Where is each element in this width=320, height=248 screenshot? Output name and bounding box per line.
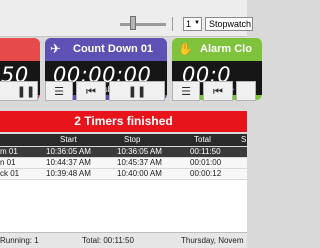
chevron-down-icon: ▼ — [194, 20, 200, 26]
timer-2-pause-button[interactable]: ❚❚ — [109, 81, 165, 101]
timer-2-menu-button[interactable]: ☰ — [45, 81, 73, 101]
thumbs-up-icon: ✋ — [178, 42, 193, 56]
timer-card-2-header: ✈ Count Down 01 — [45, 38, 167, 61]
zoom-slider-thumb[interactable] — [130, 16, 136, 30]
zoom-slider-track[interactable] — [120, 23, 166, 26]
row-total: 00:00:12 — [190, 169, 222, 178]
timer-3-menu-button[interactable]: ☰ — [172, 81, 200, 101]
table-header: Start Stop Total S — [0, 134, 247, 146]
timer-2-reset-button[interactable]: ⏮ — [76, 81, 106, 101]
table-empty-area — [0, 180, 247, 232]
menu-icon: ☰ — [54, 86, 64, 98]
mode-select[interactable]: Stopwatch — [205, 17, 253, 31]
plane-icon: ✈ — [50, 41, 61, 56]
timer-1-pause-button[interactable]: ❚❚ — [0, 81, 38, 101]
timer-card-1-header — [0, 38, 40, 61]
column-header-stop[interactable]: Stop — [124, 135, 140, 144]
row-start: 10:44:37 AM — [46, 158, 91, 167]
row-stop: 10:40:00 AM — [117, 169, 162, 178]
menu-icon: ☰ — [181, 86, 191, 98]
row-stop: 10:36:05 AM — [117, 147, 162, 156]
timer-3-reset-button[interactable]: ⏮ — [203, 81, 233, 101]
skip-back-icon: ⏮ — [213, 86, 223, 98]
timer-3-pause-button[interactable] — [236, 81, 256, 101]
timer-card-3-header: ✋ Alarm Clo — [172, 38, 262, 61]
status-total: Total: 00:11:50 — [82, 236, 134, 245]
timer-card-3-title: Alarm Clo — [200, 43, 252, 55]
status-bar: Running: 1 Total: 00:11:50 Thursday, Nov… — [0, 232, 247, 248]
row-start: 10:39:48 AM — [46, 169, 91, 178]
row-name: n 01 — [0, 158, 16, 167]
toolbar-separator — [172, 17, 173, 31]
row-name: m 01 — [0, 147, 18, 156]
row-total: 00:11:50 — [190, 147, 221, 156]
mode-value: Stopwatch — [209, 19, 252, 29]
column-header-start[interactable]: Start — [60, 135, 77, 144]
row-name: ck 01 — [0, 169, 20, 178]
finished-banner: 2 Timers finished — [0, 111, 247, 132]
status-running: Running: 1 — [0, 236, 39, 245]
timer-count-value: 1 — [186, 19, 192, 29]
timer-count-select[interactable]: 1 ▼ — [183, 17, 202, 31]
table-row[interactable]: m 01 10:36:05 AM 10:36:05 AM 00:11:50 — [0, 147, 247, 157]
column-header-s[interactable]: S — [241, 135, 246, 144]
status-date: Thursday, Novem — [181, 236, 244, 245]
skip-back-icon: ⏮ — [86, 86, 96, 98]
pause-icon: ❚❚ — [127, 86, 147, 98]
row-start: 10:36:05 AM — [46, 147, 91, 156]
pause-icon: ❚❚ — [16, 86, 36, 98]
row-total: 00:01:00 — [190, 158, 222, 167]
table-row[interactable]: n 01 10:44:37 AM 10:45:37 AM 00:01:00 — [0, 158, 247, 168]
table-row[interactable]: ck 01 10:39:48 AM 10:40:00 AM 00:00:12 — [0, 169, 247, 179]
row-stop: 10:45:37 AM — [117, 158, 162, 167]
column-header-total[interactable]: Total — [194, 135, 211, 144]
timer-card-2-title: Count Down 01 — [73, 43, 154, 55]
